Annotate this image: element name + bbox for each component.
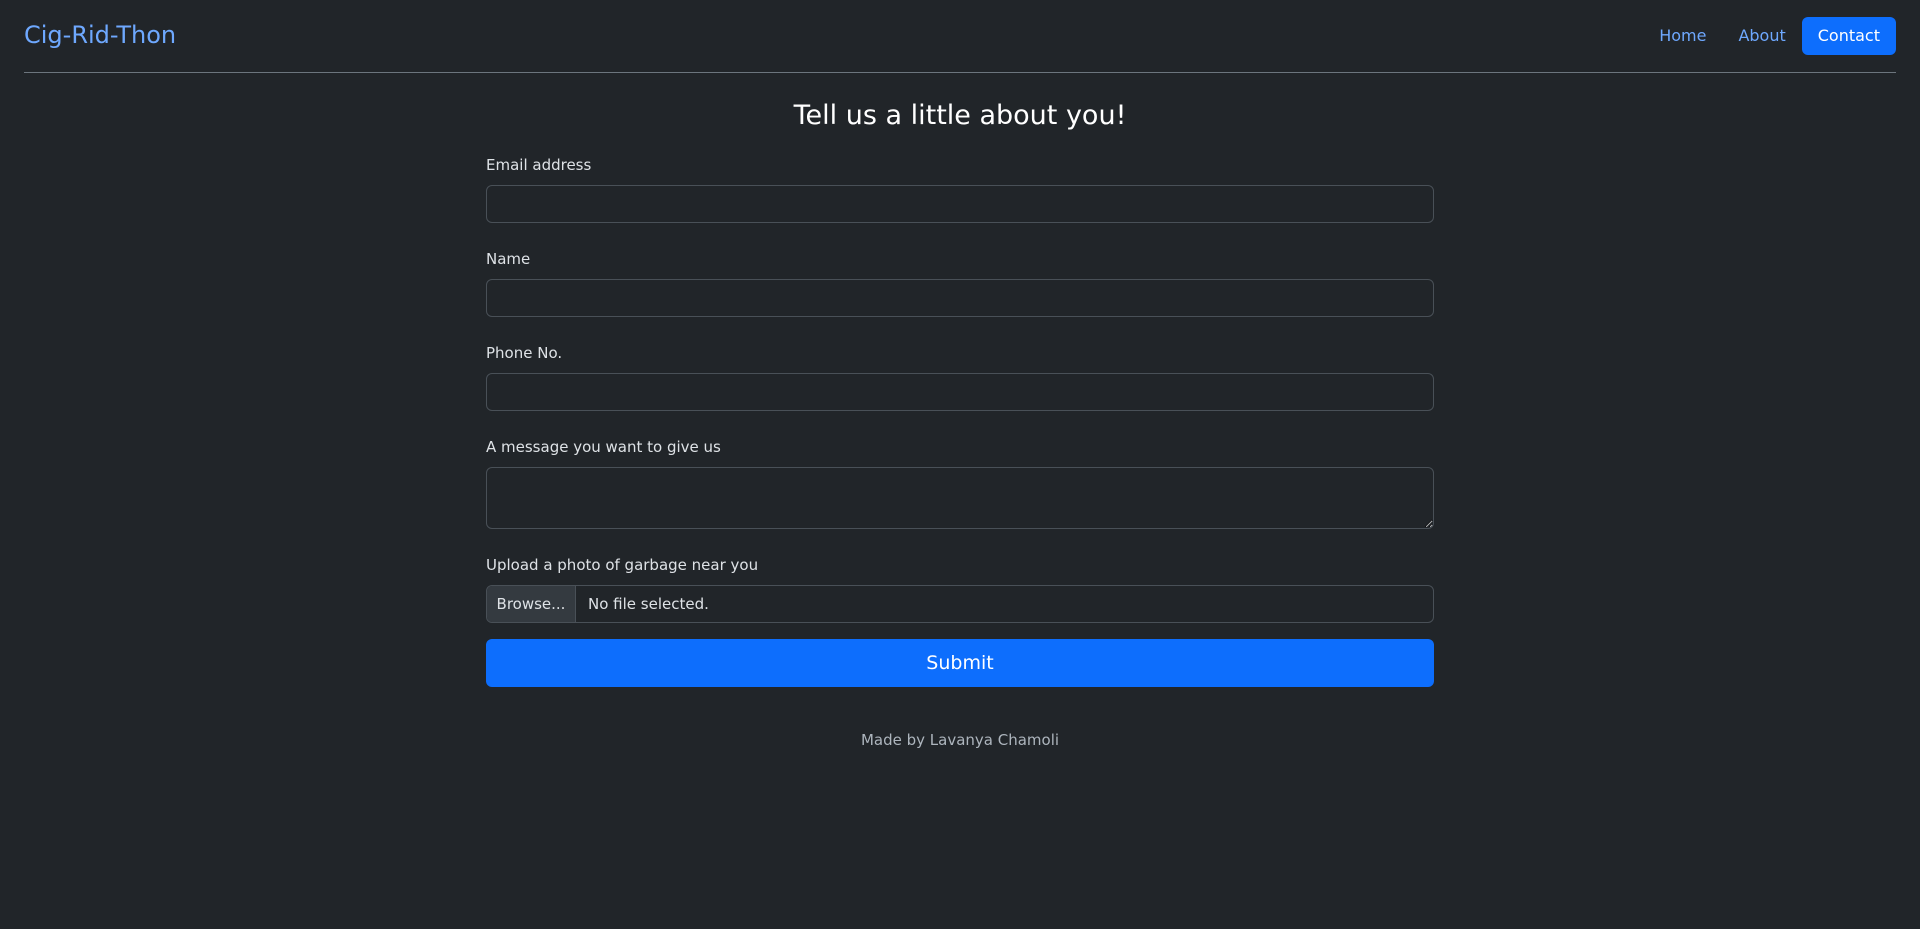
- nav-home-link[interactable]: Home: [1643, 17, 1722, 55]
- phone-field-group: Phone No.: [486, 341, 1434, 411]
- message-field-group: A message you want to give us: [486, 435, 1434, 529]
- submit-button[interactable]: Submit: [486, 639, 1434, 687]
- page-title: Tell us a little about you!: [793, 100, 1127, 131]
- upload-field-group: Upload a photo of garbage near you Brows…: [486, 553, 1434, 623]
- email-label: Email address: [486, 156, 592, 174]
- nav-contact-button[interactable]: Contact: [1801, 17, 1896, 55]
- name-field-group: Name: [486, 247, 1434, 317]
- email-field-group: Email address: [486, 153, 1434, 223]
- nav-links: Home About Contact: [1643, 17, 1896, 55]
- phone-input[interactable]: [486, 373, 1434, 411]
- contact-form-container: Tell us a little about you! Email addres…: [486, 73, 1434, 749]
- footer-credit: Made by Lavanya Chamoli: [860, 731, 1060, 749]
- nav-about-link[interactable]: About: [1722, 17, 1801, 55]
- message-textarea[interactable]: [486, 467, 1434, 529]
- message-label: A message you want to give us: [486, 438, 721, 456]
- phone-label: Phone No.: [486, 344, 563, 362]
- navbar: Cig-Rid-Thon Home About Contact: [24, 0, 1896, 73]
- name-label: Name: [486, 250, 531, 268]
- file-upload-input[interactable]: Browse... No file selected.: [486, 585, 1434, 623]
- name-input[interactable]: [486, 279, 1434, 317]
- browse-button[interactable]: Browse...: [487, 586, 576, 622]
- upload-label: Upload a photo of garbage near you: [486, 556, 759, 574]
- brand-link[interactable]: Cig-Rid-Thon: [24, 21, 176, 51]
- email-input[interactable]: [486, 185, 1434, 223]
- file-status-text: No file selected.: [588, 595, 709, 613]
